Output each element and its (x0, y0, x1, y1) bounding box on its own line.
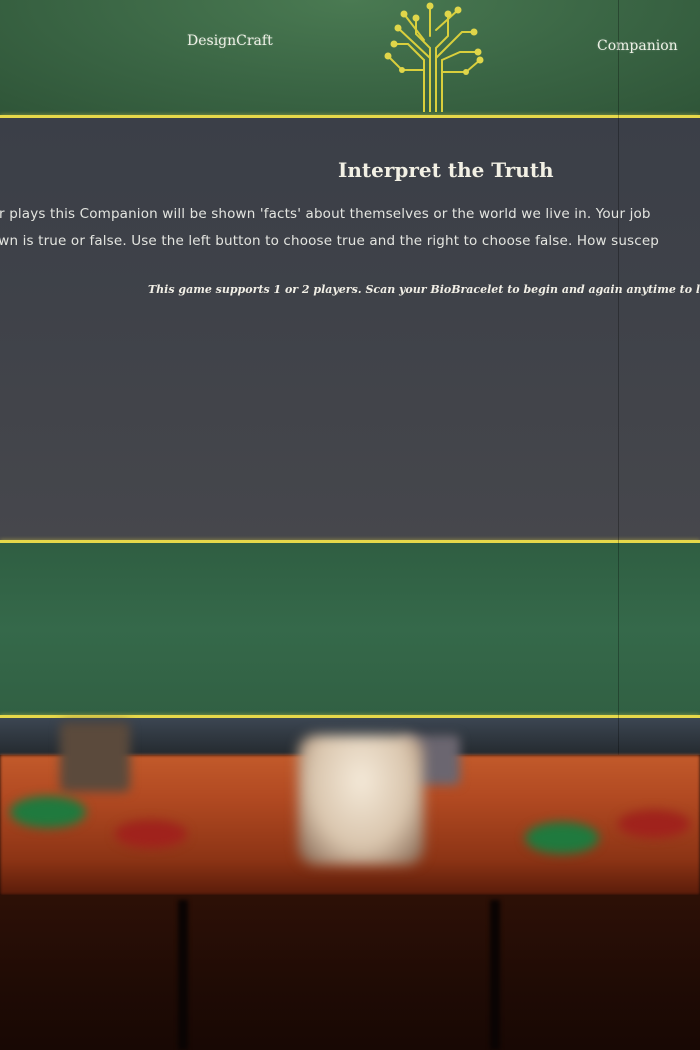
nav-companion-label[interactable]: Companion (597, 38, 678, 54)
description-line-1: ever plays this Companion will be shown … (0, 206, 651, 222)
header-band (0, 0, 700, 115)
bracelet-scanner-icon[interactable] (298, 735, 424, 865)
page-title: Interpret the Truth (338, 158, 554, 182)
green-button[interactable] (10, 796, 86, 828)
table-leg (178, 900, 188, 1050)
table-leg (490, 900, 500, 1050)
red-button[interactable] (115, 820, 187, 848)
footer-band (0, 543, 700, 715)
circuit-tree-icon (384, 2, 484, 112)
nav-designcraft-label[interactable]: DesignCraft (187, 33, 273, 49)
scanner-box (60, 722, 130, 792)
red-button[interactable] (618, 810, 690, 838)
description-line-2: shown is true or false. Use the left but… (0, 233, 659, 249)
screen-seam (618, 0, 619, 755)
projection-screen: DesignCraft Companion Interpret the Trut… (0, 0, 700, 755)
table-front (0, 895, 700, 1050)
green-button[interactable] (525, 822, 599, 854)
